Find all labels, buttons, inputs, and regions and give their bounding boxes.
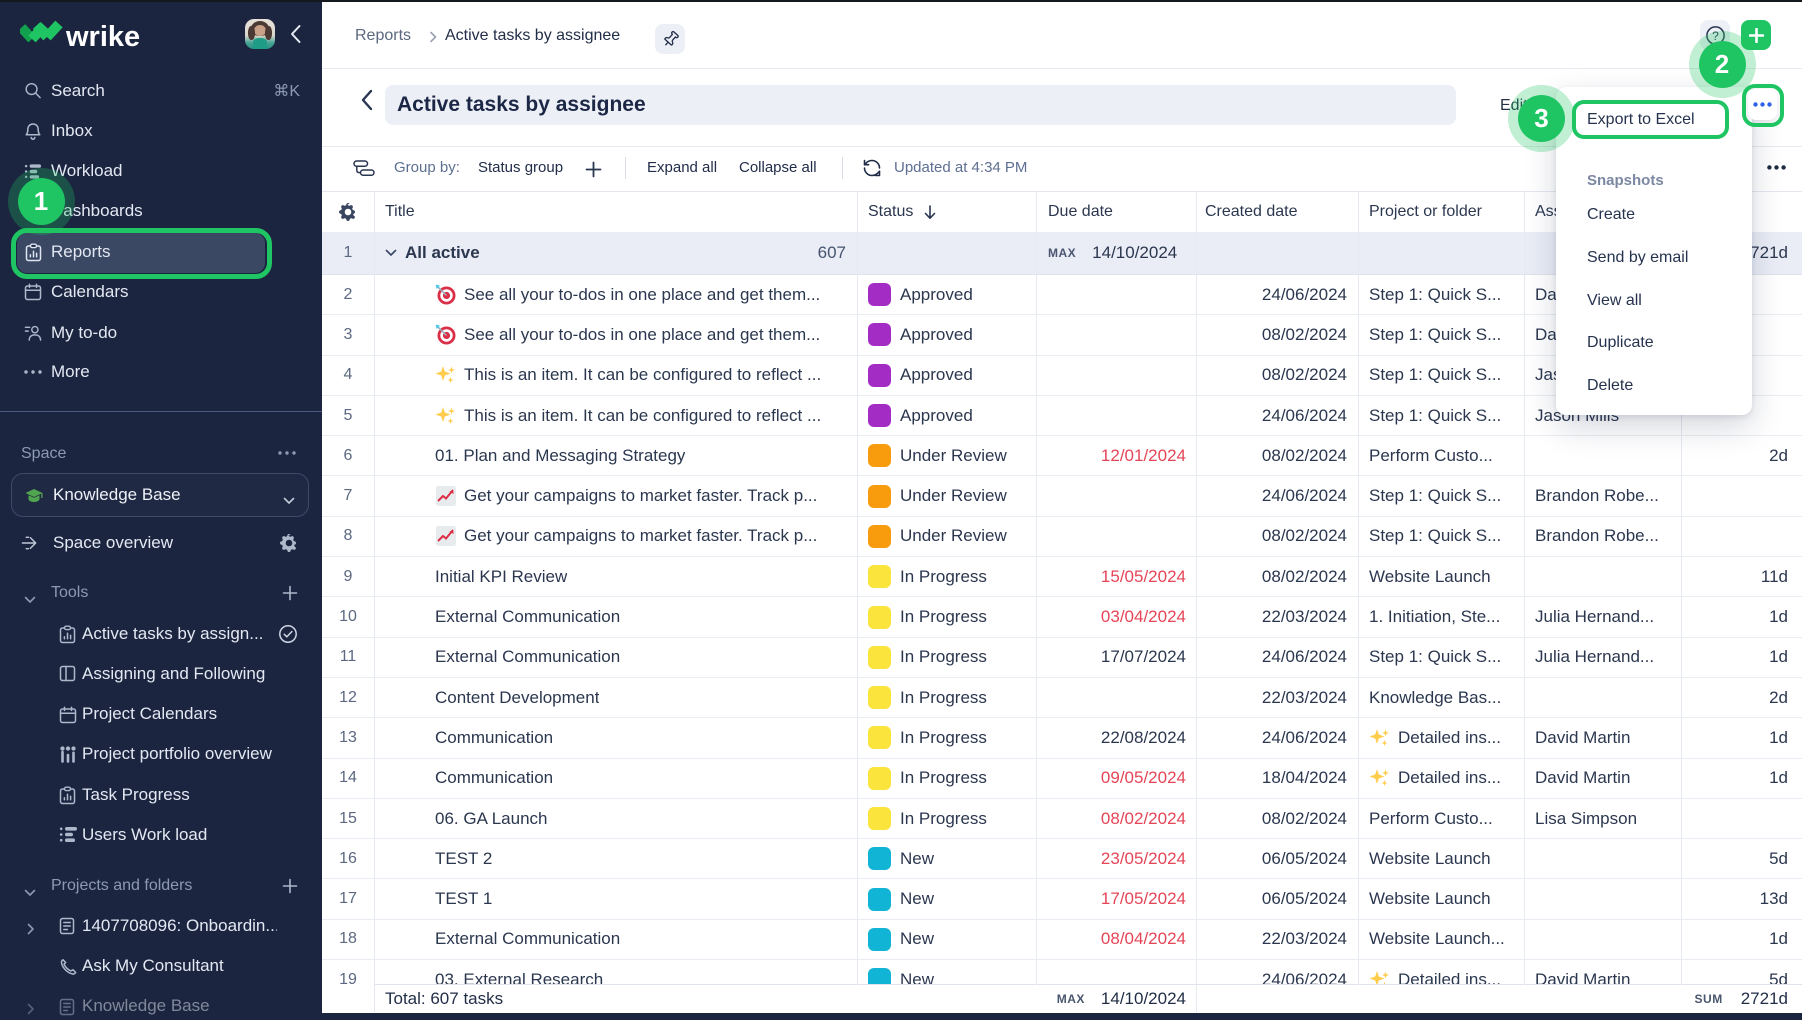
svg-text:?: ? bbox=[1712, 28, 1719, 42]
svg-text:wrike: wrike bbox=[65, 21, 140, 53]
